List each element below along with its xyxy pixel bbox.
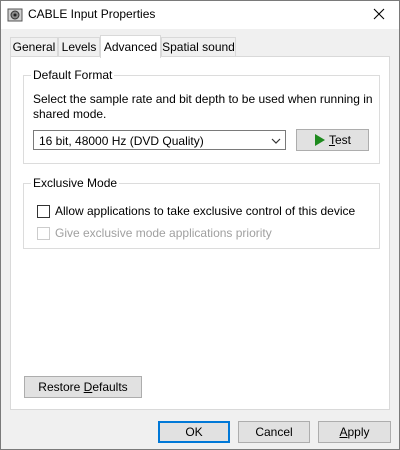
priority-row: Give exclusive mode applications priorit… [37,225,272,241]
restore-prefix: Restore [38,380,84,394]
play-icon [314,134,326,146]
apply-label: Apply [339,425,369,439]
close-icon [373,8,385,23]
restore-rest: efaults [92,380,128,394]
allow-exclusive-label: Allow applications to take exclusive con… [55,204,356,218]
tab-strip: General Levels Advanced Spatial sound [1,35,399,58]
tab-general[interactable]: General [10,37,58,56]
tab-advanced[interactable]: Advanced [100,35,161,58]
default-format-description: Select the sample rate and bit depth to … [33,92,373,121]
test-button-label: Test [329,133,351,147]
tab-advanced-label: Advanced [103,40,158,54]
test-button[interactable]: Test [296,129,369,151]
apply-button[interactable]: Apply [318,421,391,443]
exclusive-mode-group: Exclusive Mode Allow applications to tak… [23,176,380,249]
ok-button[interactable]: OK [158,421,230,443]
apply-accel: A [339,425,348,439]
allow-exclusive-checkbox[interactable] [37,204,50,218]
close-button[interactable] [359,1,399,29]
priority-checkbox [37,226,50,240]
apply-rest: pply [347,425,370,439]
sample-format-dropdown[interactable]: 16 bit, 48000 Hz (DVD Quality) [33,130,286,150]
restore-defaults-label: Restore Defaults [38,380,127,394]
tab-levels-label: Levels [61,40,97,54]
tab-spatial-sound[interactable]: Spatial sound [161,37,236,56]
tab-general-label: General [12,40,56,54]
properties-window: CABLE Input Properties General Levels Ad… [0,0,400,450]
chevron-down-icon [271,135,281,149]
cancel-button[interactable]: Cancel [238,421,310,443]
allow-exclusive-row[interactable]: Allow applications to take exclusive con… [37,203,355,219]
advanced-tab-panel: Default Format Select the sample rate an… [10,56,390,410]
default-format-heading: Default Format [31,68,115,82]
tab-levels[interactable]: Levels [58,37,100,56]
default-format-group: Default Format Select the sample rate an… [23,68,380,164]
test-rest: est [334,133,351,147]
speaker-device-icon [7,7,23,23]
sample-format-value: 16 bit, 48000 Hz (DVD Quality) [39,134,204,148]
restore-defaults-button[interactable]: Restore Defaults [24,376,142,398]
cancel-label: Cancel [255,425,293,439]
ok-label: OK [185,425,203,439]
title-bar: CABLE Input Properties [1,1,399,29]
exclusive-mode-heading: Exclusive Mode [31,176,120,190]
priority-label: Give exclusive mode applications priorit… [55,226,272,240]
window-title: CABLE Input Properties [28,7,156,21]
tab-spatial-sound-label: Spatial sound [162,40,235,54]
